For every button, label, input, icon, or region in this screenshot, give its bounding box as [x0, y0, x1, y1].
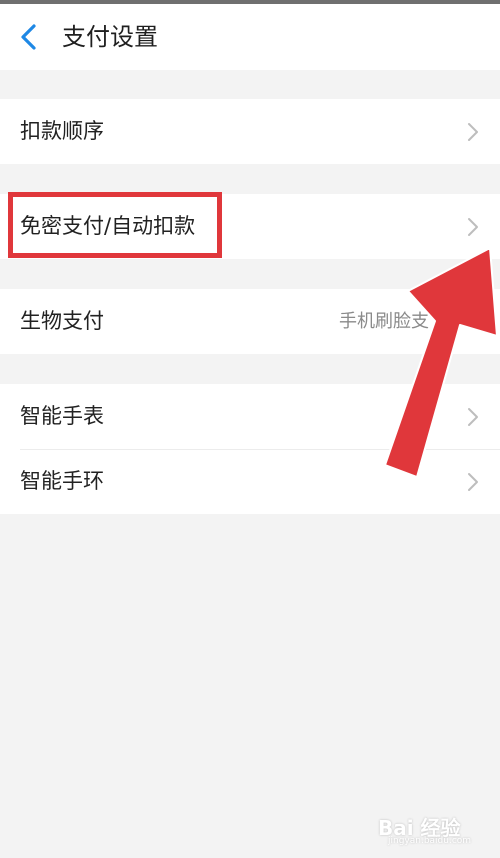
- row-smart-band[interactable]: 智能手环: [0, 449, 500, 514]
- row-label: 智能手表: [20, 404, 104, 428]
- back-button[interactable]: [14, 18, 46, 56]
- settings-group-deduction-order: 扣款顺序: [0, 99, 500, 164]
- navigation-bar: 支付设置: [0, 4, 500, 70]
- row-value: 手机刷脸支: [339, 311, 429, 332]
- chevron-right-icon: [468, 123, 478, 141]
- row-label: 智能手环: [20, 469, 104, 493]
- settings-group-wearables: 智能手表 智能手环: [0, 384, 500, 514]
- row-biometric-payment[interactable]: 生物支付 手机刷脸支: [0, 289, 500, 354]
- chevron-right-icon: [468, 408, 478, 426]
- chevron-right-icon: [468, 473, 478, 491]
- row-label: 生物支付: [20, 309, 104, 333]
- row-label: 扣款顺序: [20, 119, 104, 143]
- watermark: Bai 经验 jingyan.baidu.com: [378, 800, 488, 852]
- row-label: 免密支付/自动扣款: [20, 214, 196, 238]
- page-title: 支付设置: [62, 23, 158, 51]
- watermark-subtext: jingyan.baidu.com: [388, 836, 472, 846]
- watermark-text: Bai 经验: [378, 816, 461, 840]
- row-smart-watch[interactable]: 智能手表: [0, 384, 500, 449]
- settings-group-biometric: 生物支付 手机刷脸支: [0, 289, 500, 354]
- chevron-left-icon: [21, 24, 36, 50]
- row-deduction-order[interactable]: 扣款顺序: [0, 99, 500, 164]
- settings-group-password-free: 免密支付/自动扣款: [0, 194, 500, 259]
- chevron-right-icon: [468, 218, 478, 236]
- row-password-free-payment[interactable]: 免密支付/自动扣款: [0, 194, 500, 259]
